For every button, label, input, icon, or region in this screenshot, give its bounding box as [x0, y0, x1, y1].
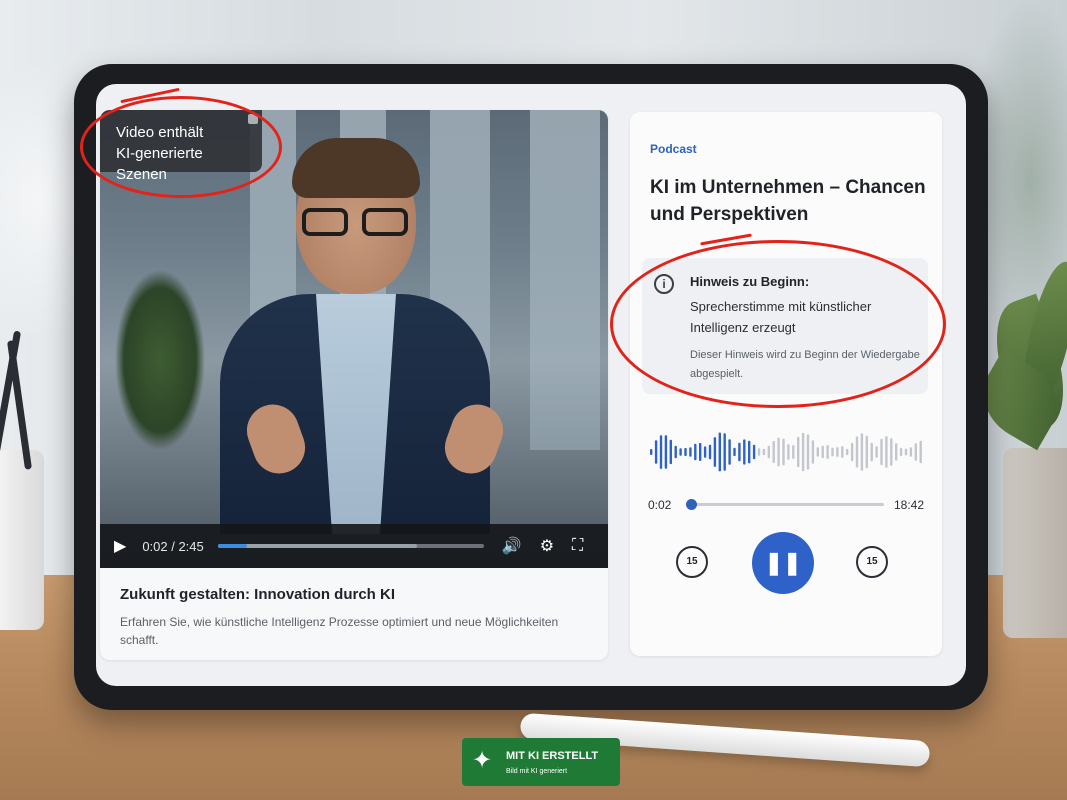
waveform-bar — [728, 439, 731, 465]
video-controls: ▶ 0:02 / 2:45 🔊 ⚙ ⛶ — [100, 524, 608, 568]
plant-pot — [1003, 448, 1067, 638]
pause-button[interactable]: ❚❚ — [752, 532, 814, 594]
waveform-bar — [846, 448, 849, 456]
waveform-bar — [806, 434, 810, 470]
pen-cup — [0, 450, 44, 630]
waveform-bar — [860, 433, 864, 471]
podcast-label: Podcast — [650, 142, 697, 156]
waveform-bar — [713, 437, 717, 467]
waveform-bar — [743, 439, 746, 465]
waveform-bar — [664, 435, 668, 469]
waveform-bar — [875, 446, 878, 458]
waveform-bar — [679, 448, 682, 456]
ai-label-subtitle: Bild mit KI generiert — [506, 768, 568, 775]
waveform-bar — [811, 440, 815, 464]
waveform-bar — [870, 442, 873, 462]
podcast-title: KI im Unternehmen – Chancen und Perspekt… — [650, 177, 926, 225]
waveform-bar — [757, 448, 761, 456]
waveform-bar — [752, 444, 756, 460]
video-info: Zukunft gestalten: Innovation durch KI E… — [120, 586, 590, 649]
sparkle-icon: ✦ — [472, 747, 493, 774]
waveform-bar — [831, 447, 834, 457]
presenter-glasses — [302, 208, 412, 238]
video-buffer — [217, 544, 418, 548]
waveform-bar — [919, 440, 922, 464]
waveform-bar — [699, 442, 702, 461]
waveform-bar — [762, 448, 766, 456]
waveform-bar — [718, 432, 721, 472]
video-time: 0:02 / 2:45 — [142, 538, 204, 554]
rewind-label: 15 — [686, 556, 698, 567]
background-window — [530, 110, 600, 450]
presenter-hair — [292, 138, 420, 198]
rewind-15-icon[interactable]: 15 — [676, 546, 708, 578]
forward-15-icon[interactable]: 15 — [856, 546, 888, 578]
waveform-bar — [904, 448, 908, 456]
podcast-time-start: 0:02 — [648, 498, 672, 512]
audio-waveform — [650, 432, 922, 472]
fullscreen-icon[interactable]: ⛶ — [572, 537, 583, 555]
waveform-bar — [909, 447, 913, 457]
play-icon[interactable]: ▶ — [114, 536, 126, 556]
annotation-circle-video — [80, 96, 282, 198]
waveform-bar — [890, 438, 893, 466]
waveform-bar — [865, 435, 868, 469]
waveform-bar — [797, 436, 800, 468]
waveform-bar — [708, 444, 712, 460]
video-title: Zukunft gestalten: Innovation durch KI — [120, 586, 395, 603]
waveform-bar — [694, 443, 697, 461]
waveform-bar — [850, 442, 854, 462]
ai-label-title: MIT KI ERSTELLT — [506, 750, 599, 762]
podcast-progress-knob[interactable] — [686, 499, 697, 510]
waveform-bar — [787, 444, 790, 460]
waveform-bar — [684, 447, 687, 457]
waveform-bar — [895, 443, 898, 461]
presenter — [180, 138, 520, 534]
forward-label: 15 — [866, 556, 878, 567]
waveform-bar — [816, 447, 819, 457]
waveform-bar — [821, 445, 824, 459]
waveform-bar — [782, 438, 785, 466]
waveform-bar — [738, 442, 741, 462]
waveform-bar — [674, 445, 677, 459]
waveform-bar — [801, 432, 805, 472]
waveform-bar — [826, 445, 829, 459]
volume-icon[interactable]: 🔊 — [502, 536, 522, 556]
waveform-bar — [899, 447, 903, 456]
ai-generated-label: ✦ MIT KI ERSTELLT Bild mit KI generiert — [462, 738, 620, 786]
waveform-bar — [654, 440, 658, 464]
annotation-circle-podcast — [610, 240, 946, 408]
waveform-bar — [703, 446, 707, 458]
waveform-bar — [880, 438, 883, 466]
video-progress-fill — [217, 544, 248, 548]
podcast-time-end: 18:42 — [894, 498, 925, 512]
waveform-bar — [841, 446, 844, 458]
video-progress-bar[interactable] — [217, 544, 484, 548]
waveform-bar — [914, 443, 917, 461]
waveform-bar — [792, 445, 795, 459]
waveform-bar — [659, 435, 663, 469]
video-description: Erfahren Sie, wie künstliche Intelligenz… — [120, 615, 559, 647]
waveform-bar — [767, 445, 770, 459]
waveform-bar — [689, 447, 692, 457]
podcast-progress-bar[interactable] — [686, 499, 884, 510]
waveform-bar — [855, 436, 859, 468]
waveform-bar — [777, 437, 780, 467]
gear-icon[interactable]: ⚙ — [540, 536, 554, 556]
pause-icon: ❚❚ — [764, 550, 802, 575]
waveform-bar — [772, 440, 775, 463]
waveform-bar — [723, 433, 726, 471]
waveform-bar — [748, 440, 751, 464]
waveform-bar — [836, 447, 839, 457]
waveform-bar — [669, 439, 672, 465]
waveform-bar — [885, 436, 888, 468]
waveform-bar — [650, 449, 653, 455]
waveform-bar — [733, 447, 736, 457]
